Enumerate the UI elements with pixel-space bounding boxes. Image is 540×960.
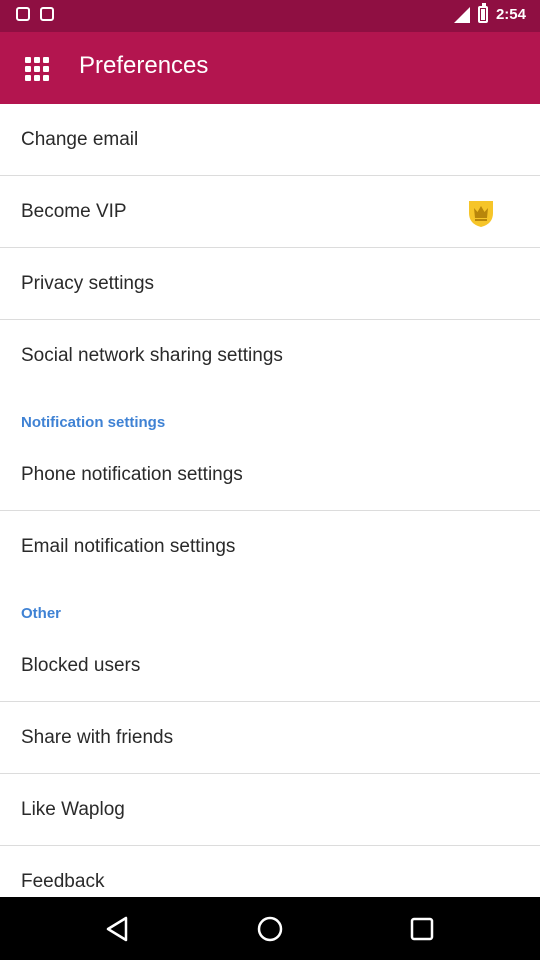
- recent-apps-button[interactable]: [402, 909, 442, 949]
- list-item-label: Change email: [21, 128, 139, 150]
- app-bar: Preferences: [0, 32, 540, 104]
- list-item-change-email[interactable]: Change email: [0, 104, 540, 176]
- navigation-bar: [0, 897, 540, 960]
- status-time: 2:54: [495, 6, 526, 23]
- signal-icon: [453, 6, 470, 23]
- back-icon: [106, 916, 128, 942]
- list-item-label: Phone notification settings: [21, 463, 243, 485]
- list-item-phone-notifications[interactable]: Phone notification settings: [0, 439, 540, 511]
- page-title: Preferences: [79, 52, 209, 79]
- apps-grid-icon: [25, 57, 49, 81]
- list-item-label: Become VIP: [21, 200, 127, 222]
- list-item-label: Social network sharing settings: [21, 345, 283, 366]
- list-item-label: Email notification settings: [21, 536, 236, 557]
- section-header-label: Other: [21, 605, 62, 622]
- status-bar: 2:54: [0, 0, 540, 32]
- home-button[interactable]: [250, 909, 290, 949]
- notification-icon: [16, 7, 30, 21]
- list-item-label: Feedback: [21, 871, 105, 892]
- list-item-label: Privacy settings: [21, 272, 155, 294]
- crown-icon: [469, 201, 493, 227]
- list-item-social-sharing[interactable]: Social network sharing settings: [0, 320, 540, 392]
- section-header-notifications: Notification settings: [0, 392, 540, 439]
- list-item-email-notifications[interactable]: Email notification settings: [0, 511, 540, 583]
- apps-menu-button[interactable]: [14, 46, 58, 90]
- battery-icon: [477, 3, 488, 23]
- list-item-label: Blocked users: [21, 654, 141, 676]
- list-item-become-vip[interactable]: Become VIP: [0, 176, 540, 248]
- list-item-label: Share with friends: [21, 726, 174, 748]
- preferences-list: Change email Become VIP Privacy settings…: [0, 104, 540, 918]
- list-item-share-with-friends[interactable]: Share with friends: [0, 702, 540, 774]
- notification-icon: [40, 7, 54, 21]
- list-item-privacy-settings[interactable]: Privacy settings: [0, 248, 540, 320]
- list-item-like-waplog[interactable]: Like Waplog: [0, 774, 540, 846]
- list-item-blocked-users[interactable]: Blocked users: [0, 630, 540, 702]
- home-icon: [257, 916, 283, 942]
- section-header-other: Other: [0, 583, 540, 630]
- list-item-label: Like Waplog: [21, 798, 125, 820]
- back-button[interactable]: [98, 909, 138, 949]
- recent-apps-icon: [410, 917, 434, 941]
- section-header-label: Notification settings: [21, 414, 166, 431]
